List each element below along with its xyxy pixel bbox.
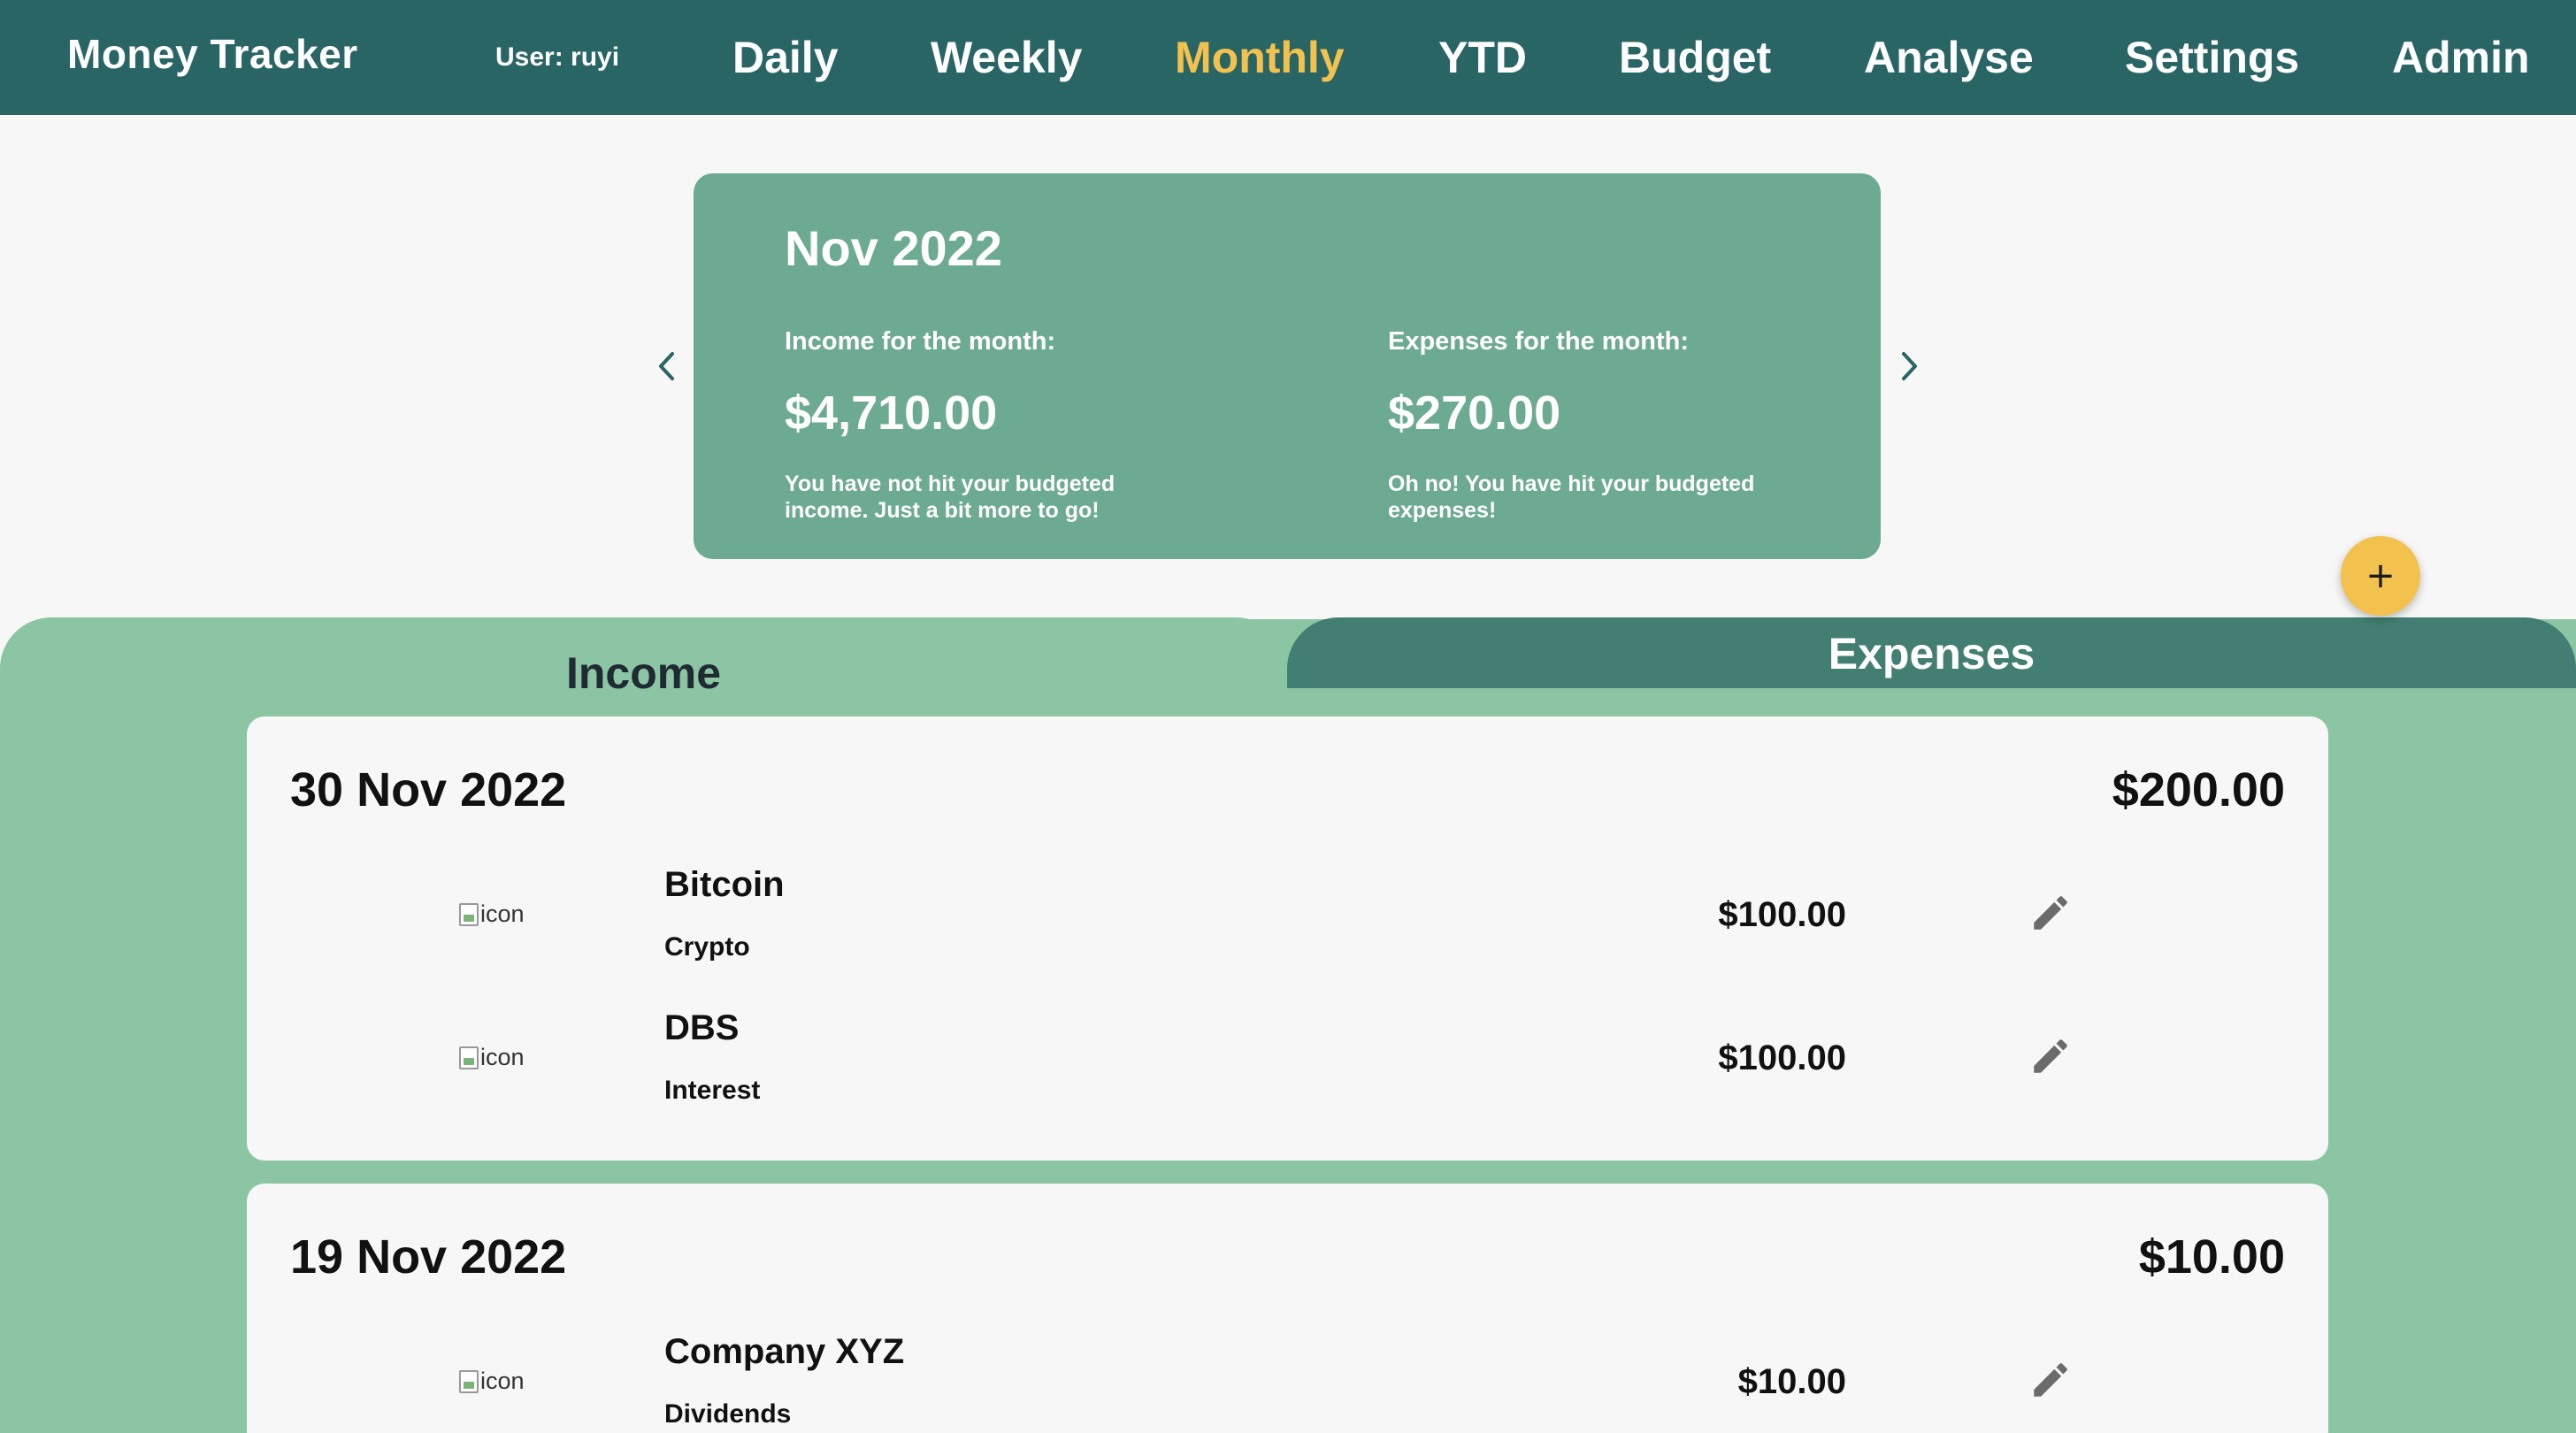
expenses-label: Expenses for the month: [1388, 327, 1689, 356]
entry-amount: $10.00 [1737, 1362, 1846, 1401]
category-icon: icon [459, 900, 525, 928]
entry-category: Dividends [664, 1399, 792, 1429]
current-user: User: ruyi [495, 42, 620, 72]
income-note: You have not hit your budgeted income. J… [785, 471, 1116, 523]
day-date: 19 Nov 2022 [290, 1230, 567, 1284]
summary-month: Nov 2022 [785, 220, 1002, 276]
nav-settings[interactable]: Settings [2125, 32, 2299, 83]
broken-image-icon [459, 902, 479, 926]
category-icon: icon [459, 1044, 525, 1071]
category-icon: icon [459, 1368, 525, 1395]
list-item[interactable]: icon DBS Interest $100.00 [247, 1008, 2328, 1125]
nav-weekly[interactable]: Weekly [931, 32, 1082, 83]
entry-name: Bitcoin [664, 865, 785, 904]
nav-analyse[interactable]: Analyse [1864, 32, 2034, 83]
nav-monthly[interactable]: Monthly [1175, 32, 1345, 83]
list-item[interactable]: icon Bitcoin Crypto $100.00 [247, 865, 2328, 982]
entry-amount: $100.00 [1718, 895, 1846, 934]
pencil-icon[interactable] [2028, 1358, 2073, 1402]
nav-budget[interactable]: Budget [1619, 32, 1771, 83]
day-card: 30 Nov 2022 $200.00 icon Bitcoin Crypto … [247, 716, 2328, 1161]
entry-amount: $100.00 [1718, 1038, 1846, 1077]
day-date: 30 Nov 2022 [290, 763, 567, 816]
nav-daily[interactable]: Daily [732, 32, 839, 83]
expenses-note: Oh no! You have hit your budgeted expens… [1388, 471, 1755, 523]
entry-name: Company XYZ [664, 1332, 905, 1371]
app-brand[interactable]: Money Tracker [67, 30, 358, 78]
chevron-right-icon[interactable] [1891, 347, 1927, 386]
tab-income-label: Income [565, 648, 722, 698]
plus-icon: + [2365, 556, 2396, 596]
entry-name: DBS [664, 1008, 740, 1047]
top-navbar: Money Tracker User: ruyi Daily Weekly Mo… [0, 0, 2576, 115]
nav-admin[interactable]: Admin [2392, 32, 2530, 83]
month-summary-card: Nov 2022 Income for the month: $4,710.00… [694, 173, 1881, 559]
entry-category: Interest [664, 1076, 761, 1105]
add-transaction-button[interactable]: + [2341, 536, 2420, 616]
entry-category: Crypto [664, 932, 750, 962]
day-card: 19 Nov 2022 $10.00 icon Company XYZ Divi… [247, 1184, 2328, 1433]
broken-image-icon [459, 1369, 479, 1393]
day-total: $200.00 [2112, 763, 2285, 816]
pencil-icon[interactable] [2028, 891, 2073, 935]
tab-expenses[interactable]: Expenses [1287, 617, 2576, 688]
chevron-left-icon[interactable] [649, 347, 685, 386]
tab-expenses-label: Expenses [1828, 629, 2036, 678]
income-amount: $4,710.00 [785, 387, 998, 440]
broken-image-icon [459, 1046, 479, 1069]
tab-income[interactable]: Income [0, 617, 1287, 715]
expenses-amount: $270.00 [1388, 387, 1561, 440]
income-label: Income for the month: [785, 327, 1056, 356]
nav-ytd[interactable]: YTD [1438, 32, 1527, 83]
pencil-icon[interactable] [2028, 1034, 2073, 1078]
day-total: $10.00 [2138, 1230, 2285, 1284]
list-item[interactable]: icon Company XYZ Dividends $10.00 [247, 1332, 2328, 1433]
